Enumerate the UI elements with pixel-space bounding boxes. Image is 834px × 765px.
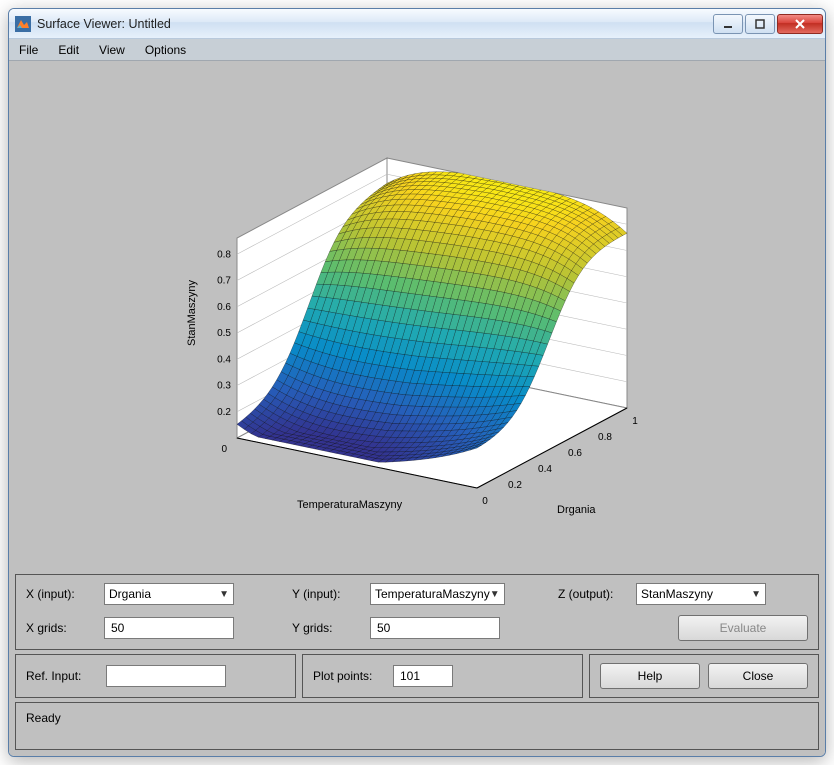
svg-text:0.6: 0.6 <box>568 448 582 459</box>
svg-text:0: 0 <box>482 496 488 507</box>
axes-controls-panel: X (input): Drgania ▼ Y (input): Temperat… <box>15 574 819 650</box>
help-button[interactable]: Help <box>600 663 700 689</box>
window-title: Surface Viewer: Untitled <box>37 17 171 31</box>
y-input-select[interactable]: TemperaturaMaszyny ▼ <box>370 583 505 605</box>
close-panel-button[interactable]: Close <box>708 663 808 689</box>
menu-edit[interactable]: Edit <box>54 41 83 59</box>
svg-text:1: 1 <box>632 416 638 427</box>
chevron-down-icon: ▼ <box>219 589 229 600</box>
help-close-panel: Help Close <box>589 654 819 698</box>
titlebar: Surface Viewer: Untitled <box>9 9 825 39</box>
ref-input-panel: Ref. Input: <box>15 654 296 698</box>
ref-input-field[interactable] <box>106 665 226 687</box>
close-button[interactable] <box>777 14 823 34</box>
z-output-value: StanMaszyny <box>641 587 713 601</box>
y-grids-input[interactable]: 50 <box>370 617 500 639</box>
z-output-label: Z (output): <box>558 587 628 601</box>
menu-view[interactable]: View <box>95 41 129 59</box>
svg-text:0.4: 0.4 <box>538 464 552 475</box>
svg-text:0.6: 0.6 <box>217 301 231 312</box>
xaxis-label: Drgania <box>557 504 596 516</box>
svg-text:0.5: 0.5 <box>217 328 231 339</box>
evaluate-button[interactable]: Evaluate <box>678 615 808 641</box>
x-grids-input[interactable]: 50 <box>104 617 234 639</box>
menubar: File Edit View Options <box>9 39 825 61</box>
svg-text:0.2: 0.2 <box>508 480 522 491</box>
svg-text:0: 0 <box>221 444 227 455</box>
chevron-down-icon: ▼ <box>751 589 761 600</box>
svg-text:0.8: 0.8 <box>217 249 231 260</box>
menu-options[interactable]: Options <box>141 41 190 59</box>
surface-plot[interactable]: 0.20.30.40.50.60.70.8 StanMaszyny 00.51 … <box>15 65 819 570</box>
y-input-value: TemperaturaMaszyny <box>375 587 490 601</box>
svg-text:0.2: 0.2 <box>217 406 231 417</box>
svg-text:0.4: 0.4 <box>217 354 231 365</box>
matlab-icon <box>15 16 31 32</box>
maximize-button[interactable] <box>745 14 775 34</box>
x-input-value: Drgania <box>109 587 151 601</box>
plot-points-input[interactable]: 101 <box>393 665 453 687</box>
svg-text:0.8: 0.8 <box>598 432 612 443</box>
lower-controls: Ref. Input: Plot points: 101 Help Close <box>15 654 819 698</box>
svg-text:0.3: 0.3 <box>217 380 231 391</box>
menu-file[interactable]: File <box>15 41 42 59</box>
ref-input-label: Ref. Input: <box>26 669 96 683</box>
minimize-button[interactable] <box>713 14 743 34</box>
y-input-label: Y (input): <box>292 587 362 601</box>
client-area: 0.20.30.40.50.60.70.8 StanMaszyny 00.51 … <box>9 61 825 756</box>
status-bar: Ready <box>15 702 819 750</box>
x-input-label: X (input): <box>26 587 96 601</box>
x-grids-label: X grids: <box>26 621 96 635</box>
y-grids-label: Y grids: <box>292 621 362 635</box>
zaxis-label: StanMaszyny <box>186 279 198 346</box>
yaxis-label: TemperaturaMaszyny <box>297 499 403 511</box>
svg-text:0.7: 0.7 <box>217 275 231 286</box>
z-output-select[interactable]: StanMaszyny ▼ <box>636 583 766 605</box>
chevron-down-icon: ▼ <box>490 589 500 600</box>
plot-points-panel: Plot points: 101 <box>302 654 583 698</box>
x-input-select[interactable]: Drgania ▼ <box>104 583 234 605</box>
status-text: Ready <box>26 711 61 725</box>
plot-points-label: Plot points: <box>313 669 383 683</box>
window-buttons <box>711 14 823 34</box>
surface-viewer-window: Surface Viewer: Untitled File Edit View … <box>8 8 826 757</box>
